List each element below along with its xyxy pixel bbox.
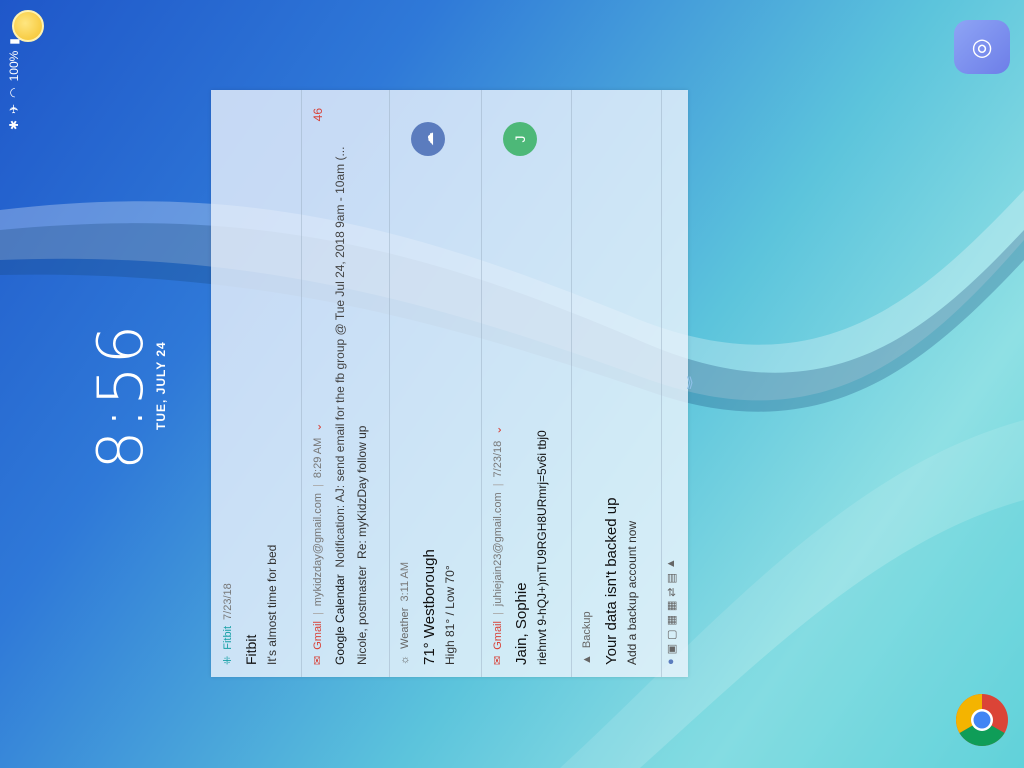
edge-panel-handle[interactable]: ⟫ bbox=[686, 374, 694, 391]
notification-fitbit[interactable]: ⁜ Fitbit 7/23/18 Fitbit It's almost time f… bbox=[211, 90, 302, 677]
app-icon: ▢ bbox=[666, 629, 678, 640]
app-icon: ▦ bbox=[666, 600, 678, 612]
notification-panel: ⁜ Fitbit 7/23/18 Fitbit It's almost time f… bbox=[211, 90, 688, 677]
app-icon: ⇄ bbox=[666, 587, 678, 597]
airplane-icon: ✈ bbox=[7, 103, 21, 114]
app-icon: ▦ bbox=[666, 615, 678, 626]
message-preview: Re: myKidzDay follow up bbox=[355, 425, 369, 559]
notification-gmail-juhiejain[interactable]: ✉ Gmail | juhiejain23@gmail.com | 7/23/1… bbox=[481, 90, 572, 677]
weather-text: High 81° / Low 70° bbox=[443, 565, 457, 665]
weather-icon: ☼ bbox=[399, 654, 411, 665]
gmail-icon: ✉ bbox=[492, 655, 504, 665]
fitbit-icon: ⁜ bbox=[222, 655, 234, 665]
weather-title: 71° Westborough bbox=[421, 549, 438, 665]
lock-clock: 8:56 TUE, JULY 24 bbox=[84, 320, 168, 470]
notif-text: riehnvt 9-hQJ+)mTU9RGH8URmrj=5v6i tbj0 bbox=[535, 430, 549, 665]
battery-icon: ▮ bbox=[7, 38, 21, 45]
app-name: Fitbit bbox=[221, 625, 234, 650]
contact-avatar: J bbox=[503, 122, 537, 156]
expand-icon[interactable]: ⌄ bbox=[311, 423, 324, 432]
app-icon: ▲ bbox=[665, 558, 677, 570]
notif-account: juhiejain23@gmail.com bbox=[491, 492, 504, 607]
app-icon: ▤ bbox=[666, 573, 678, 584]
notification-weather[interactable]: ☼ Weather 3:11 AM 71° Westborough High 8… bbox=[389, 90, 482, 677]
clock-date: TUE, JULY 24 bbox=[154, 341, 168, 430]
notif-text: Add a backup account now bbox=[625, 520, 639, 665]
notif-account: mykidzday@gmail.com bbox=[311, 492, 324, 607]
app-name: Weather bbox=[399, 607, 411, 649]
more-notification-icons: ● ▣ ▢ ▦ ▦ ⇄ ▤ ▲ bbox=[665, 558, 678, 665]
notification-gmail-mykidzday[interactable]: ✉ Gmail | mykidzday@gmail.com | 8:29 AM … bbox=[301, 90, 390, 677]
overflow-icons-strip: ● ▣ ▢ ▦ ▦ ⇄ ▤ ▲ bbox=[661, 90, 688, 677]
clock-time: 8:56 bbox=[84, 322, 157, 470]
warning-icon: ▲ bbox=[581, 654, 593, 665]
notif-time: 7/23/18 bbox=[221, 583, 234, 620]
sender: Nicole, postmaster bbox=[355, 565, 369, 665]
message-preview: Notification: AJ: send email for the fb … bbox=[333, 146, 347, 568]
battery-level: 100% bbox=[7, 50, 21, 82]
camera-icon[interactable]: ◎ bbox=[954, 20, 1010, 74]
wifi-icon: ◠ bbox=[7, 87, 21, 98]
notif-time: 3:11 AM bbox=[399, 561, 411, 602]
app-icon: ▣ bbox=[666, 643, 678, 655]
notification-backup[interactable]: ▲ Backup Your data isn't backed up Add a… bbox=[571, 90, 662, 677]
notif-text: It's almost time for bed bbox=[265, 544, 279, 665]
notif-time: 7/23/18 bbox=[491, 440, 504, 478]
notif-title: Your data isn't backed up bbox=[603, 497, 620, 665]
sender: Google Calendar bbox=[333, 574, 347, 665]
unread-count: 46 bbox=[311, 108, 325, 122]
app-name: Gmail bbox=[491, 621, 504, 650]
app-name: Gmail bbox=[311, 621, 324, 650]
chrome-icon[interactable] bbox=[954, 692, 1010, 748]
notif-title: Jain, Sophie bbox=[513, 582, 530, 665]
weather-avatar-icon: ☁ bbox=[411, 122, 445, 156]
app-name: Backup bbox=[581, 611, 593, 649]
bluetooth-icon: ✱ bbox=[7, 119, 21, 130]
expand-icon[interactable]: ⌄ bbox=[491, 426, 504, 435]
status-icons: ✱ ✈ ◠ 100% ▮ bbox=[6, 10, 22, 130]
status-bar: ✱ ✈ ◠ 100% ▮ bbox=[0, 0, 56, 768]
app-icon: ● bbox=[665, 658, 677, 665]
notif-title: Fitbit bbox=[243, 634, 259, 665]
gmail-icon: ✉ bbox=[312, 655, 324, 665]
notif-time: 8:29 AM bbox=[311, 437, 324, 479]
